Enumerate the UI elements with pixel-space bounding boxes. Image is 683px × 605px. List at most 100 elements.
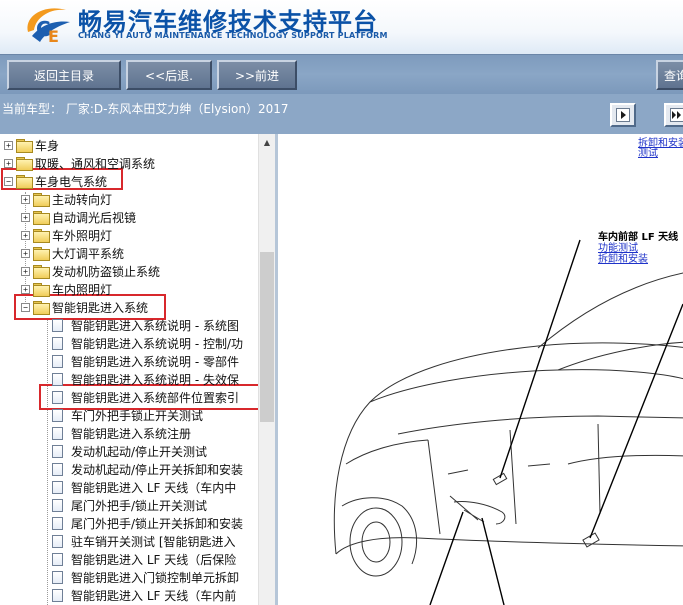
tree-item-label: 车身: [35, 138, 60, 153]
collapse-icon[interactable]: −: [21, 302, 30, 312]
back-button[interactable]: <<后退.: [126, 60, 212, 90]
tree-document-item[interactable]: 智能钥匙进入系统说明 - 系统图: [52, 316, 239, 334]
panel-expand-icon: [670, 108, 683, 122]
tree-document-item[interactable]: 尾门外把手/锁止开关拆卸和安装: [52, 514, 243, 532]
tree-document-item[interactable]: 驻车销开关测试 [智能钥匙进入: [52, 532, 236, 550]
tree-guide-line: [47, 318, 48, 605]
tree-item-label: 智能钥匙进入系统说明 - 失效保: [71, 372, 239, 387]
expand-icon[interactable]: +: [21, 266, 30, 276]
scrollbar-thumb[interactable]: [260, 252, 274, 422]
tree-item-label: 主动转向灯: [52, 192, 113, 207]
navigation-tree: + 车身 + 取暖、通风和空调系统 − 车身电气系统 + 主动转向灯 + 自动调光后视镜 + 车外照明…: [0, 134, 275, 605]
tree-item-label: 驻车销开关测试 [智能钥匙进入: [71, 534, 236, 549]
tree-folder-item[interactable]: + 取暖、通风和空调系统: [4, 154, 155, 172]
folder-icon: [33, 229, 50, 243]
document-icon: [52, 372, 63, 386]
tree-item-label: 智能钥匙进入 LF 天线（车内前: [71, 588, 237, 603]
tree-folder-item[interactable]: + 车内照明灯: [21, 280, 112, 298]
tree-folder-item[interactable]: + 车外照明灯: [21, 226, 112, 244]
app-header: C E 畅易汽车维修技术支持平台 CHANG YI AUTO MAINTENAN…: [0, 0, 683, 54]
tree-item-label: 智能钥匙进入 LF 天线（车内中: [71, 480, 237, 495]
tree-item-label: 智能钥匙进入系统说明 - 零部件: [71, 354, 239, 369]
document-icon: [52, 444, 63, 458]
tree-item-label: 尾门外把手/锁止开关拆卸和安装: [71, 516, 244, 531]
back-to-main-button[interactable]: 返回主目录: [7, 60, 121, 90]
tree-document-item[interactable]: 智能钥匙进入系统说明 - 控制/功: [52, 334, 243, 352]
scroll-up-arrow-icon[interactable]: ▲: [259, 134, 275, 150]
collapse-icon[interactable]: −: [4, 176, 13, 186]
tree-document-item[interactable]: 智能钥匙进入系统部件位置索引: [52, 388, 239, 406]
document-icon: [52, 336, 63, 350]
document-icon: [52, 588, 63, 602]
expand-icon[interactable]: +: [21, 194, 30, 204]
expand-icon[interactable]: +: [4, 158, 13, 168]
vehicle-info-bar: 当前车型： 厂家:D-东风本田艾力绅（Elysion）2017: [0, 94, 683, 134]
tree-folder-item[interactable]: + 车身: [4, 136, 59, 154]
folder-icon: [16, 139, 33, 153]
tree-item-label: 智能钥匙进入 LF 天线（后保险: [71, 552, 237, 567]
expand-icon[interactable]: +: [4, 140, 13, 150]
tree-folder-item[interactable]: + 自动调光后视镜: [21, 208, 136, 226]
tree-document-item[interactable]: 智能钥匙进入 LF 天线（车内前: [52, 586, 236, 604]
tree-document-item[interactable]: 发动机起动/停止开关测试: [52, 442, 207, 460]
folder-icon: [33, 265, 50, 279]
folder-icon: [33, 247, 50, 261]
query-button[interactable]: 查询: [656, 60, 683, 90]
tree-item-label: 智能钥匙进入门锁控制单元拆卸: [71, 570, 240, 585]
disassembly-install-link[interactable]: 拆卸和安装: [598, 250, 648, 265]
tree-item-label: 车门外把手锁止开关测试: [71, 408, 204, 423]
expand-icon[interactable]: +: [21, 212, 30, 222]
tree-folder-item[interactable]: + 发动机防盗锁止系统: [21, 262, 160, 280]
tree-item-label: 车内照明灯: [52, 282, 113, 297]
tree-folder-item[interactable]: + 主动转向灯: [21, 190, 112, 208]
ce-logo-icon: C E: [27, 8, 70, 46]
tree-item-label: 自动调光后视镜: [52, 210, 137, 225]
tree-item-label: 智能钥匙进入系统: [52, 300, 149, 315]
tree-document-item[interactable]: 智能钥匙进入系统说明 - 失效保: [52, 370, 239, 388]
test-link-top[interactable]: 测试: [638, 144, 658, 159]
tree-item-label: 智能钥匙进入系统注册: [71, 426, 192, 441]
expand-icon[interactable]: +: [21, 248, 30, 258]
tree-folder-item[interactable]: − 智能钥匙进入系统: [21, 298, 148, 316]
tree-item-label: 大灯调平系统: [52, 246, 125, 261]
document-icon: [52, 354, 63, 368]
forward-button[interactable]: >>前进: [217, 60, 297, 90]
tree-document-item[interactable]: 智能钥匙进入门锁控制单元拆卸: [52, 568, 239, 586]
expand-icon[interactable]: +: [21, 230, 30, 240]
folder-icon: [16, 157, 33, 171]
tree-item-label: 发动机起动/停止开关拆卸和安装: [71, 462, 244, 477]
tree-item-label: 尾门外把手/锁止开关测试: [71, 498, 208, 513]
tree-scrollbar[interactable]: ▲: [258, 134, 275, 605]
tree-item-label: 车外照明灯: [52, 228, 113, 243]
diagram-content: 拆卸和安装 测试 车内前部 LF 天线 功能测试 拆卸和安装: [278, 134, 683, 605]
tree-item-label: 发动机防盗锁止系统: [52, 264, 161, 279]
svg-text:E: E: [48, 27, 59, 46]
expand-panel-button[interactable]: [664, 103, 683, 127]
panel-toggle-icon: [616, 108, 630, 122]
tree-document-item[interactable]: 发动机起动/停止开关拆卸和安装: [52, 460, 243, 478]
current-vehicle-label: 当前车型： 厂家:D-东风本田艾力绅（Elysion）2017: [2, 102, 289, 116]
document-icon: [52, 498, 63, 512]
folder-icon: [33, 193, 50, 207]
tree-document-item[interactable]: 智能钥匙进入 LF 天线（后保险: [52, 550, 236, 568]
tree-item-label: 发动机起动/停止开关测试: [71, 444, 208, 459]
vehicle-diagram: [333, 239, 683, 605]
tree-folder-item[interactable]: + 大灯调平系统: [21, 244, 124, 262]
tree-document-item[interactable]: 智能钥匙进入系统说明 - 零部件: [52, 352, 239, 370]
tree-folder-item[interactable]: − 车身电气系统: [4, 172, 107, 190]
expand-icon[interactable]: +: [21, 284, 30, 294]
tree-item-label: 车身电气系统: [35, 174, 108, 189]
document-icon: [52, 480, 63, 494]
toggle-panel-button[interactable]: [610, 103, 636, 127]
document-icon: [52, 570, 63, 584]
tree-document-item[interactable]: 车门外把手锁止开关测试: [52, 406, 203, 424]
document-icon: [52, 318, 63, 332]
document-icon: [52, 462, 63, 476]
tree-document-item[interactable]: 尾门外把手/锁止开关测试: [52, 496, 207, 514]
tree-document-item[interactable]: 智能钥匙进入 LF 天线（车内中: [52, 478, 236, 496]
document-icon: [52, 426, 63, 440]
tree-document-item[interactable]: 智能钥匙进入系统注册: [52, 424, 191, 442]
document-icon: [52, 534, 63, 548]
app-window: C E 畅易汽车维修技术支持平台 CHANG YI AUTO MAINTENAN…: [0, 0, 683, 605]
open-folder-icon: [16, 175, 33, 189]
